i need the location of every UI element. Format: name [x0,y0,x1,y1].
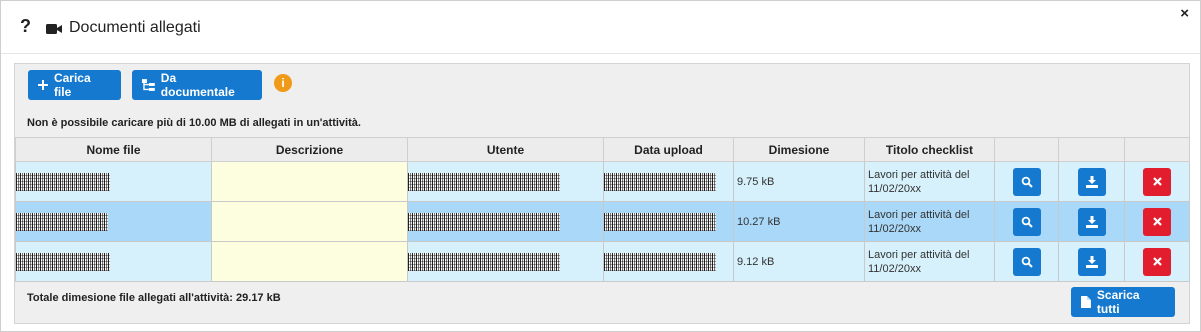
download-button[interactable] [1077,247,1106,276]
delete-cell [1124,201,1190,242]
delete-button[interactable] [1143,167,1171,196]
redacted-upload-date [604,172,716,191]
checklist-title: Lavori per attività del 11/02/20xx [868,208,970,235]
column-header-user[interactable]: Utente [407,137,604,162]
column-header-view [994,137,1059,162]
size-cell: 9.75 kB [733,161,865,202]
download-cell [1058,201,1125,242]
size-limit-notice: Non è possibile caricare più di 10.00 MB… [27,117,361,129]
delete-button[interactable] [1143,207,1171,236]
attachments-panel: Carica file Da documentale i Non è possi… [14,63,1190,324]
description-cell[interactable] [211,201,408,242]
search-icon [1021,256,1033,268]
table-row[interactable]: 10.27 kB Lavori per attività del 11/02/2… [15,201,1190,242]
column-header-description[interactable]: Descrizione [211,137,408,162]
user-cell [407,161,604,202]
redacted-file-name [16,172,110,191]
download-icon [1085,255,1098,268]
search-icon [1021,176,1033,188]
file-size: 9.12 kB [737,255,775,268]
download-icon [1085,175,1098,188]
size-cell: 9.12 kB [733,241,865,282]
dialog-title: Documenti allegati [69,19,201,36]
view-cell [994,201,1059,242]
user-cell [407,241,604,282]
plus-icon [38,80,48,90]
video-camera-icon[interactable] [46,22,62,40]
redacted-user [408,212,560,231]
checklist-title: Lavori per attività del 11/02/20xx [868,168,970,195]
view-cell [994,161,1059,202]
attachments-table: Nome file Descrizione Utente Data upload… [15,137,1190,282]
download-cell [1058,241,1125,282]
upload-file-button[interactable]: Carica file [28,70,121,100]
checklist-title: Lavori per attività del 11/02/20xx [868,248,970,275]
file-size: 9.75 kB [737,175,775,188]
redacted-upload-date [604,212,716,231]
close-icon [1152,217,1162,226]
download-all-button[interactable]: Scarica tutti [1071,287,1175,317]
file-name-cell[interactable] [15,241,212,282]
column-header-size[interactable]: Dimesione [733,137,865,162]
view-button[interactable] [1012,207,1041,236]
view-button[interactable] [1012,167,1041,196]
description-cell[interactable] [211,241,408,282]
help-icon[interactable]: ? [20,16,31,37]
download-button[interactable] [1077,167,1106,196]
column-header-checklist-title[interactable]: Titolo checklist [864,137,995,162]
table-row[interactable]: 9.75 kB Lavori per attività del 11/02/20… [15,161,1190,202]
file-name-cell[interactable] [15,161,212,202]
redacted-user [408,172,560,191]
view-button[interactable] [1012,247,1041,276]
checklist-title-cell: Lavori per attività del 11/02/20xx [864,241,995,282]
redacted-upload-date [604,252,716,271]
download-cell [1058,161,1125,202]
size-cell: 10.27 kB [733,201,865,242]
from-document-archive-button[interactable]: Da documentale [132,70,262,100]
upload-date-cell [603,201,734,242]
attachments-dialog: ? Documenti allegati × Carica file Da do… [0,0,1201,332]
description-cell[interactable] [211,161,408,202]
close-icon[interactable]: × [1180,5,1189,22]
info-icon[interactable]: i [274,74,292,92]
upload-date-cell [603,241,734,282]
sitemap-icon [142,79,155,91]
from-document-archive-label: Da documentale [160,71,235,99]
file-icon [1081,296,1091,308]
delete-cell [1124,161,1190,202]
upload-date-cell [603,161,734,202]
total-size-label: Totale dimesione file allegati all'attiv… [27,292,281,304]
delete-button[interactable] [1143,247,1171,276]
file-size: 10.27 kB [737,215,781,228]
column-header-file-name[interactable]: Nome file [15,137,212,162]
table-row[interactable]: 9.12 kB Lavori per attività del 11/02/20… [15,241,1190,282]
user-cell [407,201,604,242]
column-header-upload-date[interactable]: Data upload [603,137,734,162]
close-icon [1152,177,1162,186]
redacted-file-name [16,212,108,231]
close-icon [1152,257,1162,266]
search-icon [1021,216,1033,228]
column-header-delete [1124,137,1190,162]
checklist-title-cell: Lavori per attività del 11/02/20xx [864,201,995,242]
column-header-download [1058,137,1125,162]
dialog-header: ? Documenti allegati × [1,1,1200,54]
upload-file-label: Carica file [53,71,91,99]
redacted-file-name [16,252,110,271]
table-header-row: Nome file Descrizione Utente Data upload… [15,137,1190,162]
checklist-title-cell: Lavori per attività del 11/02/20xx [864,161,995,202]
redacted-user [408,252,560,271]
download-all-label: Scarica tutti [1096,288,1140,316]
file-name-cell[interactable] [15,201,212,242]
view-cell [994,241,1059,282]
download-button[interactable] [1077,207,1106,236]
delete-cell [1124,241,1190,282]
download-icon [1085,215,1098,228]
